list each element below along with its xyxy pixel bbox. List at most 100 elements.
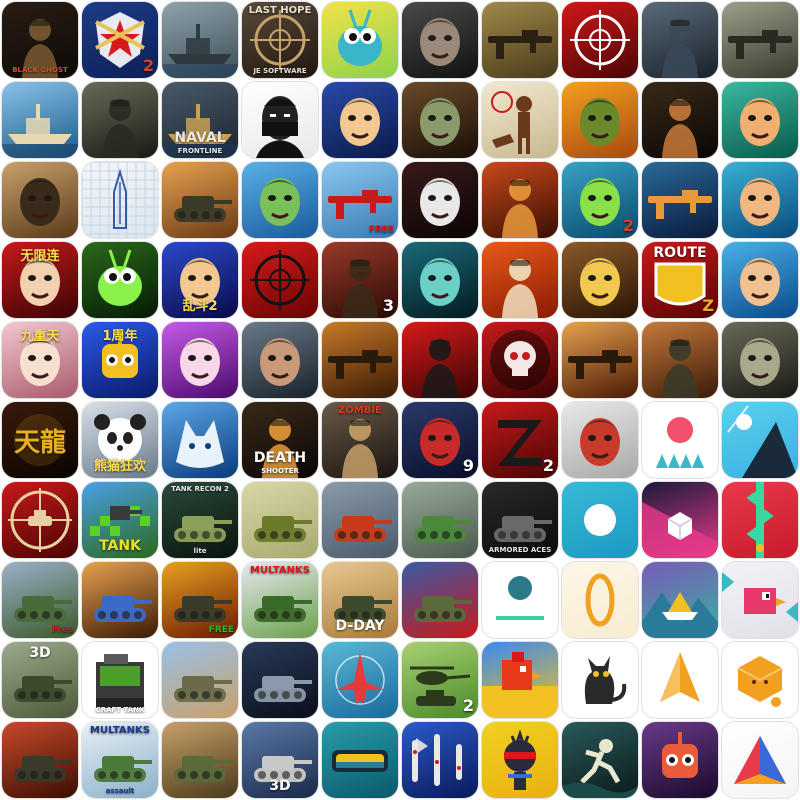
app-icon-soldier[interactable]: BLACK GHOST	[2, 2, 78, 78]
app-icon-tank-explosion-free[interactable]: FREE	[162, 562, 238, 638]
app-icon-ww2-tank[interactable]	[162, 722, 238, 798]
app-icon-tough-man[interactable]	[242, 322, 318, 398]
app-icon-tank-3d[interactable]: 3D	[2, 642, 78, 718]
app-icon-d-day[interactable]: D-DAY	[322, 562, 398, 638]
app-icon-zombie-shooter[interactable]: ZOMBIE	[322, 402, 398, 478]
app-icon-fire-squad[interactable]	[482, 162, 558, 238]
app-icon-sniper-aim[interactable]	[722, 2, 798, 78]
app-icon-pink-ball-spikes[interactable]	[642, 402, 718, 478]
app-icon-sniper-fire[interactable]	[562, 322, 638, 398]
app-icon-route-z[interactable]: ROUTE Z	[642, 242, 718, 318]
app-icon-desert-tank[interactable]	[162, 642, 238, 718]
app-icon-death-shooter[interactable]: DEATH SHOOTER	[242, 402, 318, 478]
app-icon-red-tank[interactable]	[322, 482, 398, 558]
app-icon-rifleman[interactable]	[482, 2, 558, 78]
app-icon-spec-ops[interactable]	[402, 322, 478, 398]
app-icon-gun-free[interactable]: FREE	[322, 162, 398, 238]
app-icon-night-tank[interactable]	[242, 642, 318, 718]
app-icon-camo-tank[interactable]: Free	[2, 562, 78, 638]
app-icon-zombie-cap[interactable]: 2	[562, 162, 638, 238]
app-icon-z-logo-2[interactable]: 2	[482, 402, 558, 478]
app-icon-ice-wolf[interactable]	[162, 402, 238, 478]
app-icon-red-target[interactable]	[242, 242, 318, 318]
app-icon-armored-aces[interactable]: ARMORED ACES	[482, 482, 558, 558]
app-icon-green-beast[interactable]	[562, 82, 638, 158]
app-icon-submarine-scope[interactable]	[322, 722, 398, 798]
app-icon-assault-gun[interactable]	[642, 162, 718, 238]
app-icon-masked-man[interactable]	[242, 82, 318, 158]
app-icon-multanks-assault[interactable]: MULTANKS assault	[82, 722, 158, 798]
app-icon-tank-battle[interactable]	[162, 162, 238, 238]
app-icon-black-cat[interactable]	[562, 642, 638, 718]
app-icon-sniper-3[interactable]: 3	[322, 242, 398, 318]
app-icon-swamp-runner[interactable]	[562, 722, 638, 798]
app-icon-usa-tank[interactable]	[402, 562, 478, 638]
app-icon-runner[interactable]	[482, 242, 558, 318]
app-icon-pilot-mask[interactable]	[2, 162, 78, 238]
app-icon-green-spider[interactable]	[82, 242, 158, 318]
app-icon-pixel-rooster[interactable]	[482, 642, 558, 718]
app-icon-jet-radar[interactable]	[322, 642, 398, 718]
app-icon-cartoon-bug[interactable]	[322, 2, 398, 78]
app-icon-orange-arrow[interactable]	[642, 642, 718, 718]
app-icon-crazy-pilot[interactable]	[722, 82, 798, 158]
app-icon-zombie-roar[interactable]	[402, 82, 478, 158]
app-icon-steel-tank-3d[interactable]: 3D	[242, 722, 318, 798]
app-icon-tank-crosshair[interactable]	[2, 482, 78, 558]
app-icon-doodle-ship[interactable]	[82, 162, 158, 238]
app-icon-cowboy-gun[interactable]	[322, 322, 398, 398]
app-icon-orange-ring[interactable]	[562, 562, 638, 638]
app-icon-robot-anniv[interactable]: 1周年	[82, 322, 158, 398]
app-icon-zombie-grin[interactable]	[722, 322, 798, 398]
app-icon-red-hair-girl[interactable]: 9	[402, 402, 478, 478]
app-icon-dwarf-cook[interactable]	[562, 242, 638, 318]
app-icon-color-triangle[interactable]	[722, 722, 798, 798]
app-icon-cartoon-soldier[interactable]	[562, 402, 638, 478]
app-icon-panda-warrior[interactable]: 熊猫狂欢	[82, 402, 158, 478]
app-icon-multanks[interactable]: MULTANKS	[242, 562, 318, 638]
app-icon-zombie-santa[interactable]	[402, 162, 478, 238]
app-icon-ninja-yellow[interactable]	[482, 722, 558, 798]
app-icon-commando[interactable]	[642, 2, 718, 78]
app-icon-tiny-tank[interactable]	[242, 482, 318, 558]
app-icon-blue-battleships[interactable]	[402, 722, 478, 798]
app-icon-naval-front[interactable]: NAVAL FRONTLINE	[162, 82, 238, 158]
app-icon-heli-tank-2[interactable]: 2	[402, 642, 478, 718]
app-icon-orange-cube[interactable]	[722, 642, 798, 718]
app-icon-red-scope[interactable]	[562, 2, 638, 78]
app-icon-gunslinger[interactable]	[642, 82, 718, 158]
app-icon-dragon-text[interactable]: 天龍	[2, 402, 78, 478]
app-icon-sniper-scope[interactable]: LAST HOPE JE SOFTWARE	[242, 2, 318, 78]
app-icon-anime-girl[interactable]: 九重天	[2, 322, 78, 398]
app-icon-soldier-smoke[interactable]	[642, 322, 718, 398]
app-icon-zombie-cop[interactable]	[242, 162, 318, 238]
app-icon-military-badge[interactable]: 2	[82, 2, 158, 78]
app-icon-dark-soldier[interactable]	[82, 82, 158, 158]
app-icon-robot-astro[interactable]	[642, 722, 718, 798]
app-icon-cube-maze[interactable]	[642, 482, 718, 558]
app-icon-zombie-face[interactable]	[402, 2, 478, 78]
app-icon-pixel-tank-hd[interactable]: TANK	[82, 482, 158, 558]
app-icon-hunter-dog[interactable]	[482, 82, 558, 158]
app-icon-paper-boat[interactable]	[642, 562, 718, 638]
app-icon-warship[interactable]	[162, 2, 238, 78]
app-icon-tank-recon-2[interactable]: TANK RECON 2 lite	[162, 482, 238, 558]
app-icon-sherman-tank[interactable]	[2, 722, 78, 798]
app-icon-anime-fighter[interactable]: 无限连	[2, 242, 78, 318]
app-icon-craft-tank[interactable]: CRAFT TANK	[82, 642, 158, 718]
app-icon-white-ball-teal[interactable]	[562, 482, 638, 558]
app-icon-shades-hero[interactable]	[722, 162, 798, 238]
app-icon-hero-boy[interactable]	[322, 82, 398, 158]
app-icon-ball-teal-line[interactable]	[482, 562, 558, 638]
app-icon-zombie-teal[interactable]	[402, 242, 478, 318]
app-icon-brawl-2[interactable]: 乱斗2	[162, 242, 238, 318]
app-icon-pink-bird[interactable]	[722, 562, 798, 638]
app-icon-blue-robot-tank[interactable]	[82, 562, 158, 638]
app-icon-ball-mountain[interactable]	[722, 402, 798, 478]
app-icon-red-stripe[interactable]	[722, 482, 798, 558]
app-icon-skull-red[interactable]	[482, 322, 558, 398]
app-icon-green-tank-3d[interactable]	[402, 482, 478, 558]
app-icon-mafia-gun[interactable]	[722, 242, 798, 318]
app-icon-angel-girl[interactable]	[162, 322, 238, 398]
app-icon-sailing-ship[interactable]	[2, 82, 78, 158]
